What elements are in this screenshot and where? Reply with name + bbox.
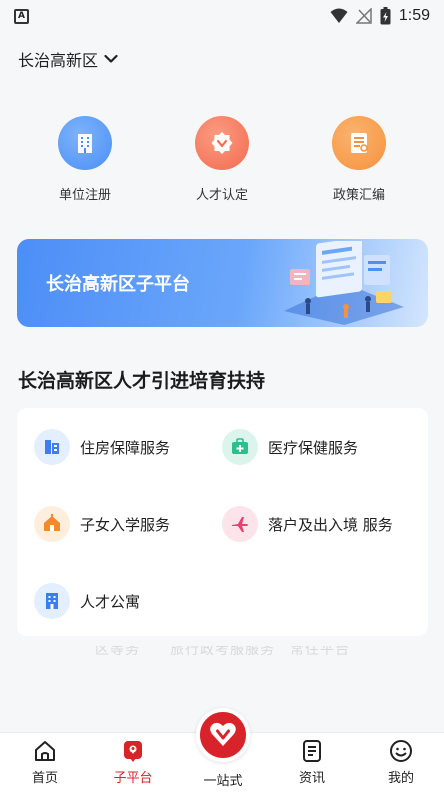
battery-icon xyxy=(380,7,391,25)
tab-one-stop-label: 一站式 xyxy=(203,774,243,789)
signal-icon xyxy=(355,8,372,24)
services-card: 住房保障服务 医疗保健服务 子女入学服务 落户及出入境 服务 人才公寓 xyxy=(17,408,428,636)
location-selector[interactable]: 长治高新区 xyxy=(18,46,118,72)
notification-app-icon: A xyxy=(14,8,29,24)
sub-platform-banner[interactable]: 长治高新区子平台 xyxy=(17,239,428,327)
quick-action-label: 单位注册 xyxy=(58,188,111,203)
location-pin-icon xyxy=(124,741,142,762)
tab-label: 我的 xyxy=(387,771,414,786)
tab-label: 子平台 xyxy=(113,771,153,786)
location-label: 长治高新区 xyxy=(18,51,99,70)
tab-label: 资讯 xyxy=(298,771,325,786)
tab-mine[interactable]: 我的 xyxy=(361,739,441,786)
status-time: 1:59 xyxy=(398,7,430,24)
service-label: 子女入学服务 xyxy=(80,515,171,534)
quick-actions: 单位注册 人才认定 政策汇编 xyxy=(0,116,444,212)
service-school[interactable]: 子女入学服务 xyxy=(34,504,170,544)
badge-icon xyxy=(195,116,249,170)
status-right: 1:59 xyxy=(330,7,430,25)
service-medical[interactable]: 医疗保健服务 xyxy=(222,427,358,467)
airplane-icon xyxy=(222,506,258,542)
tab-one-stop[interactable] xyxy=(196,708,250,762)
tab-home[interactable]: 首页 xyxy=(5,739,85,786)
service-label: 落户及出入境 服务 xyxy=(268,515,393,534)
quick-action-label: 政策汇编 xyxy=(332,188,385,203)
service-label: 医疗保健服务 xyxy=(268,438,359,457)
service-label: 住房保障服务 xyxy=(80,438,171,457)
tab-sub-platform[interactable]: 子平台 xyxy=(93,739,173,786)
tab-news[interactable]: 资讯 xyxy=(272,739,352,786)
housing-icon xyxy=(34,429,70,465)
quick-action-label: 人才认定 xyxy=(195,188,248,203)
status-left: A xyxy=(14,8,29,24)
building-icon xyxy=(58,116,112,170)
banner-illustration xyxy=(284,241,404,325)
quick-action-unit-registration[interactable]: 单位注册 xyxy=(30,116,140,203)
banner-title: 长治高新区子平台 xyxy=(46,274,190,295)
news-icon xyxy=(303,740,321,762)
apartment-icon xyxy=(34,583,70,619)
medical-kit-icon xyxy=(222,429,258,465)
service-housing[interactable]: 住房保障服务 xyxy=(34,427,170,467)
chevron-down-icon xyxy=(104,54,118,63)
section-title: 长治高新区人才引进培育扶持 xyxy=(18,370,266,392)
school-icon xyxy=(34,506,70,542)
quick-action-talent-certification[interactable]: 人才认定 xyxy=(167,116,277,203)
home-icon xyxy=(35,741,55,761)
tab-label: 首页 xyxy=(31,771,58,786)
wifi-icon xyxy=(330,8,348,23)
heart-icon xyxy=(210,722,236,746)
status-bar: A 1:59 xyxy=(0,0,444,32)
service-talent-apartment[interactable]: 人才公寓 xyxy=(34,581,140,621)
obscured-text: 区等务 旅行政考服服务 常住平台 xyxy=(95,646,350,658)
smiley-icon xyxy=(390,740,412,762)
quick-action-policy-compilation[interactable]: 政策汇编 xyxy=(304,116,414,203)
document-icon xyxy=(332,116,386,170)
service-label: 人才公寓 xyxy=(80,592,141,611)
service-residency-immigration[interactable]: 落户及出入境 服务 xyxy=(222,504,393,544)
